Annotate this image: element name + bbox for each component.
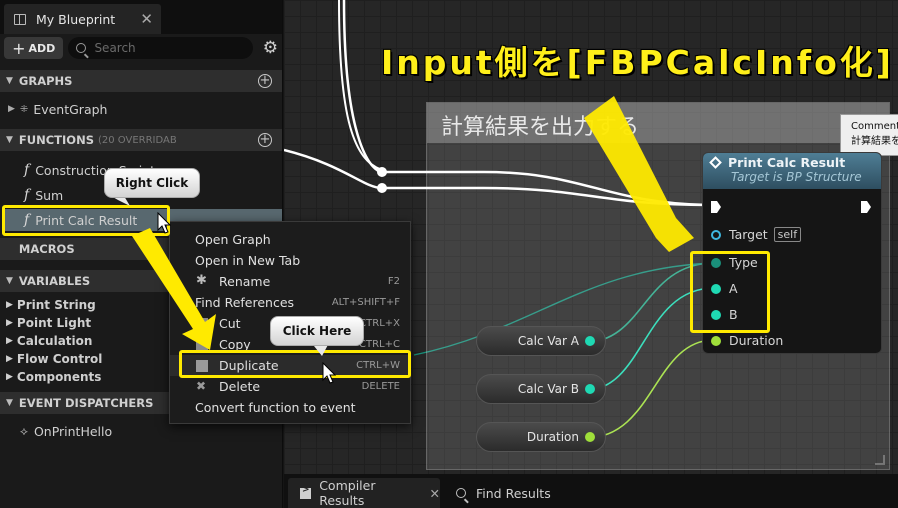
chevron-right-icon: ▶ xyxy=(8,104,15,114)
function-icon: f xyxy=(24,162,30,178)
chevron-down-icon: ▼ xyxy=(6,398,13,408)
tab-compiler-results[interactable]: Compiler Results ✕ xyxy=(288,478,440,508)
delete-icon: ✖ xyxy=(196,379,207,393)
close-icon[interactable]: ✕ xyxy=(140,10,153,28)
terminal-icon xyxy=(300,485,312,499)
dispatcher-label: OnPrintHello xyxy=(33,423,113,439)
bottom-tab-bar: Compiler Results ✕ Find Results xyxy=(284,474,898,508)
rename-icon: ✱ xyxy=(196,273,207,288)
section-functions-label: FUNCTIONS xyxy=(18,133,94,147)
tab-label: Compiler Results xyxy=(319,478,376,508)
menu-item-open-graph[interactable]: Open Graph xyxy=(170,229,410,250)
chevron-right-icon: ▶ xyxy=(6,300,13,310)
menu-item-label: Delete xyxy=(219,379,261,394)
section-macros-label: MACROS xyxy=(18,242,75,256)
menu-shortcut: ALT+SHIFT+F xyxy=(331,297,400,308)
cut-icon xyxy=(196,318,208,330)
close-icon[interactable]: ✕ xyxy=(430,486,440,501)
cursor-icon xyxy=(157,212,171,234)
gear-icon[interactable]: ⚙ xyxy=(263,38,278,58)
menu-item-label: Open Graph xyxy=(195,232,271,247)
section-functions[interactable]: ▼ FUNCTIONS (20 OVERRIDAB + xyxy=(0,129,282,151)
variable-group-label: Print String xyxy=(16,298,96,312)
variable-group-label: Components xyxy=(16,370,102,384)
search-icon xyxy=(456,488,466,498)
section-dispatchers-label: EVENT DISPATCHERS xyxy=(18,396,154,410)
chevron-right-icon: ▶ xyxy=(6,336,13,346)
menu-item-label: Cut xyxy=(219,316,241,331)
menu-item-label: Open in New Tab xyxy=(195,253,301,268)
chevron-down-icon: ▼ xyxy=(6,276,13,286)
right-click-callout: Right Click xyxy=(104,168,200,198)
section-variables-label: VARIABLES xyxy=(18,274,91,288)
graph-item-eventgraph[interactable]: ▶ ⁜ EventGraph xyxy=(0,98,282,120)
click-here-callout: Click Here xyxy=(270,316,364,346)
tab-label: Find Results xyxy=(476,485,551,501)
dispatcher-icon: ⟡ xyxy=(20,423,28,438)
menu-shortcut: CTRL+C xyxy=(359,339,400,350)
section-graphs[interactable]: ▼ GRAPHS + xyxy=(0,70,282,92)
chevron-right-icon: ▶ xyxy=(6,318,13,328)
panel-toolbar: + ADD Search ⚙ xyxy=(0,34,282,62)
chevron-right-icon: ▶ xyxy=(6,354,13,364)
menu-item-convert-to-event[interactable]: Convert function to event xyxy=(170,397,410,418)
function-highlight-box xyxy=(2,205,170,236)
menu-shortcut: CTRL+X xyxy=(359,318,400,329)
search-icon xyxy=(76,43,87,53)
graph-item-label: EventGraph xyxy=(33,101,108,117)
my-blueprint-tab[interactable]: My Blueprint ✕ xyxy=(4,4,161,34)
menu-shortcut: DELETE xyxy=(361,381,400,392)
headline-annotation: Input側を[FBPCalcInfo化] xyxy=(381,43,894,82)
add-button[interactable]: + ADD xyxy=(4,37,64,59)
search-input[interactable]: Search xyxy=(68,37,253,59)
section-graphs-label: GRAPHS xyxy=(18,74,73,88)
menu-item-label: Convert function to event xyxy=(195,400,356,415)
graph-icon: ⁜ xyxy=(19,103,29,115)
overridable-count: (20 OVERRIDAB xyxy=(98,134,177,146)
add-function-icon[interactable]: + xyxy=(258,133,272,147)
search-placeholder: Search xyxy=(94,41,136,55)
function-icon: f xyxy=(24,187,30,203)
menu-shortcut: F2 xyxy=(387,276,400,287)
menu-item-rename[interactable]: ✱ Rename F2 xyxy=(170,271,410,292)
variable-group-label: Flow Control xyxy=(16,352,103,366)
menu-item-label: Rename xyxy=(219,274,271,289)
menu-item-find-references[interactable]: Find References ALT+SHIFT+F xyxy=(170,292,410,313)
add-graph-icon[interactable]: + xyxy=(258,74,272,88)
add-label: ADD xyxy=(28,41,56,55)
plus-icon: + xyxy=(12,38,26,58)
tab-title: My Blueprint xyxy=(36,11,116,27)
chevron-down-icon: ▼ xyxy=(6,76,13,86)
variable-group-label: Point Light xyxy=(16,316,92,330)
book-icon xyxy=(14,13,26,25)
duplicate-highlight-box xyxy=(179,350,411,378)
chevron-right-icon: ▶ xyxy=(6,372,13,382)
cursor-icon xyxy=(322,362,336,384)
panel-tab-bar: My Blueprint ✕ xyxy=(0,0,282,34)
menu-item-open-new-tab[interactable]: Open in New Tab xyxy=(170,250,410,271)
chevron-down-icon: ▼ xyxy=(6,135,13,145)
variable-group-label: Calculation xyxy=(16,334,93,348)
menu-item-delete[interactable]: ✖ Delete DELETE xyxy=(170,376,410,397)
function-item-label: Sum xyxy=(35,187,64,203)
menu-item-label: Find References xyxy=(195,295,295,310)
tab-find-results[interactable]: Find Results xyxy=(456,478,551,508)
